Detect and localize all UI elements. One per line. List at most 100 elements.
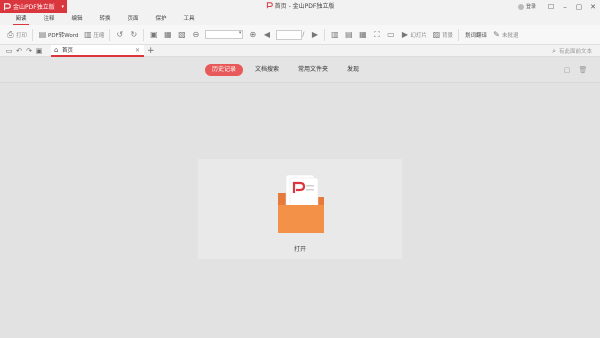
save-icon[interactable]: ▣ <box>34 46 44 56</box>
divider <box>32 28 34 41</box>
layout-icon: ▦ <box>359 30 367 39</box>
menu-item-protect[interactable]: 保护 <box>147 14 175 25</box>
tab-common-folders[interactable]: 常用文件夹 <box>291 64 335 76</box>
rotate-left-button[interactable]: ↺ <box>115 27 124 43</box>
search-placeholder: 有此面前文本 <box>558 49 592 55</box>
background-button[interactable]: ▨ 背景 <box>432 27 453 43</box>
translate-label: 划词翻译 <box>464 32 487 39</box>
pdf-to-word-label: PDF转Word <box>48 32 79 39</box>
printer-icon: ⎙ <box>7 29 14 39</box>
prev-page-button[interactable]: ◀ <box>262 27 271 43</box>
edit-off-label: 未批退 <box>501 32 519 39</box>
title-bar: 金山PDF独立版 ▾ 首页 - 金山PDF独立版 登录 ☐ – ▢ ✕ <box>0 0 600 13</box>
zoom-out-button[interactable]: ⊖ <box>191 27 200 43</box>
background-label: 背景 <box>441 32 453 39</box>
tab-document-search[interactable]: 文档搜索 <box>248 64 286 76</box>
menu-item-edit[interactable]: 编辑 <box>63 14 91 25</box>
fit-page-button[interactable]: ▧ <box>177 27 186 43</box>
folder-open-icon[interactable]: ▭ <box>4 46 14 56</box>
compress-button[interactable]: ▥ 压缩 <box>83 27 104 43</box>
zoom-in-icon: ⊕ <box>249 30 257 39</box>
open-label: 打开 <box>293 246 306 253</box>
menu-item-read[interactable]: 阅读 <box>7 14 35 25</box>
maximize-icon[interactable]: ▢ <box>572 0 586 13</box>
rotate-right-icon: ↻ <box>130 30 138 39</box>
compress-label: 压缩 <box>93 32 105 39</box>
skin-icon[interactable]: ☐ <box>544 0 558 13</box>
slideshow-icon: ▶ <box>401 30 408 39</box>
pen-icon: ✎ <box>493 30 500 39</box>
tab-discover[interactable]: 发现 <box>340 64 366 76</box>
pdf-to-word-button[interactable]: ▤ PDF转Word <box>38 27 79 43</box>
slideshow-label: 幻灯片 <box>410 32 427 39</box>
window-title-text: 首页 - 金山PDF独立版 <box>274 3 335 10</box>
folder-open-pdf-icon <box>278 174 324 233</box>
screen-icon: ▭ <box>387 30 395 39</box>
single-page-icon: ▣ <box>150 30 158 39</box>
print-label: 打印 <box>16 32 28 39</box>
login-label: 登录 <box>525 4 536 10</box>
document-icon: ▤ <box>38 30 47 39</box>
layout-button[interactable]: ▦ <box>358 27 367 43</box>
redo-icon[interactable]: ↷ <box>24 46 34 56</box>
page-separator: / <box>302 31 305 38</box>
divider <box>324 28 326 41</box>
zoom-out-icon: ⊖ <box>192 30 200 39</box>
home-icon: ⌂ <box>54 46 59 54</box>
arrow-right-icon: ▶ <box>311 30 318 39</box>
minimize-icon[interactable]: – <box>558 0 572 13</box>
window-title: 首页 - 金山PDF独立版 <box>0 0 600 13</box>
translate-button[interactable]: 划词翻译 <box>464 27 487 43</box>
menu-item-page[interactable]: 页面 <box>119 14 147 25</box>
compress-icon: ▥ <box>84 30 92 39</box>
trash-icon[interactable]: 🗑 <box>578 65 588 75</box>
divider <box>143 28 145 41</box>
main-content: 打开 <box>0 84 600 338</box>
next-page-button[interactable]: ▶ <box>310 27 319 43</box>
close-icon[interactable]: ✕ <box>586 0 600 13</box>
undo-icon[interactable]: ↶ <box>14 46 24 56</box>
menu-item-tools[interactable]: 工具 <box>175 14 203 25</box>
single-page-button[interactable]: ▣ <box>149 27 158 43</box>
print-button[interactable]: ⎙ 打印 <box>6 27 27 43</box>
avatar <box>517 3 524 10</box>
menu-bar: 阅读 注释 编辑 转换 页面 保护 工具 <box>0 13 600 25</box>
document-search[interactable]: ⌕ 有此面前文本 <box>552 46 592 56</box>
double-page-icon: ▦ <box>164 30 172 39</box>
add-tab-icon[interactable]: + <box>147 45 155 57</box>
fit-page-icon: ▧ <box>178 30 186 39</box>
divider <box>109 28 111 41</box>
edit-off-button[interactable]: ✎ 未批退 <box>492 27 519 43</box>
menu-item-convert[interactable]: 转换 <box>91 14 119 25</box>
fullscreen-icon: ⛶ <box>374 29 380 39</box>
fullscreen-button[interactable]: ⛶ <box>372 27 381 43</box>
zoom-select[interactable] <box>205 30 244 39</box>
read-mode-button[interactable]: ▥ <box>330 27 339 43</box>
search-icon: ⌕ <box>552 46 556 55</box>
tab-history[interactable]: 历史记录 <box>205 64 244 76</box>
toolbar: ⎙打印 ▤PDF转Word ▥压缩 ↺ ↻ ▣ ▦ ▧ ⊖ ⊕ ◀ / ▶ ▥ … <box>0 25 600 45</box>
double-page-button[interactable]: ▦ <box>163 27 172 43</box>
continuous-button[interactable]: ▤ <box>344 27 353 43</box>
columns-icon: ▥ <box>331 30 339 39</box>
zoom-in-button[interactable]: ⊕ <box>248 27 257 43</box>
rotate-right-button[interactable]: ↻ <box>129 27 138 43</box>
tab-bar: ▭ ↶ ↷ ▣ ⌂ 首页 ✕ + ⌕ 有此面前文本 <box>0 45 600 57</box>
menu-item-annotate[interactable]: 注释 <box>35 14 63 25</box>
view-toggle-icon[interactable]: ▢ <box>562 65 572 75</box>
divider <box>457 28 459 41</box>
page-number-input[interactable] <box>276 29 303 40</box>
tab-home-label: 首页 <box>62 48 74 54</box>
slideshow-button[interactable]: ▶ 幻灯片 <box>400 27 427 43</box>
background-icon: ▨ <box>432 30 441 39</box>
pages-icon: ▤ <box>345 30 353 39</box>
open-file-panel[interactable]: 打开 <box>198 159 402 259</box>
login-button[interactable]: 登录 <box>517 3 536 10</box>
arrow-left-icon: ◀ <box>263 30 270 39</box>
home-header: 历史记录 文档搜索 常用文件夹 发现 ▢ 🗑 <box>0 58 600 83</box>
rotate-left-icon: ↺ <box>116 30 124 39</box>
close-tab-icon[interactable]: ✕ <box>135 47 140 54</box>
tab-home[interactable]: ⌂ 首页 ✕ <box>51 45 144 57</box>
pdf-logo-icon <box>266 2 273 9</box>
screen-button[interactable]: ▭ <box>386 27 395 43</box>
